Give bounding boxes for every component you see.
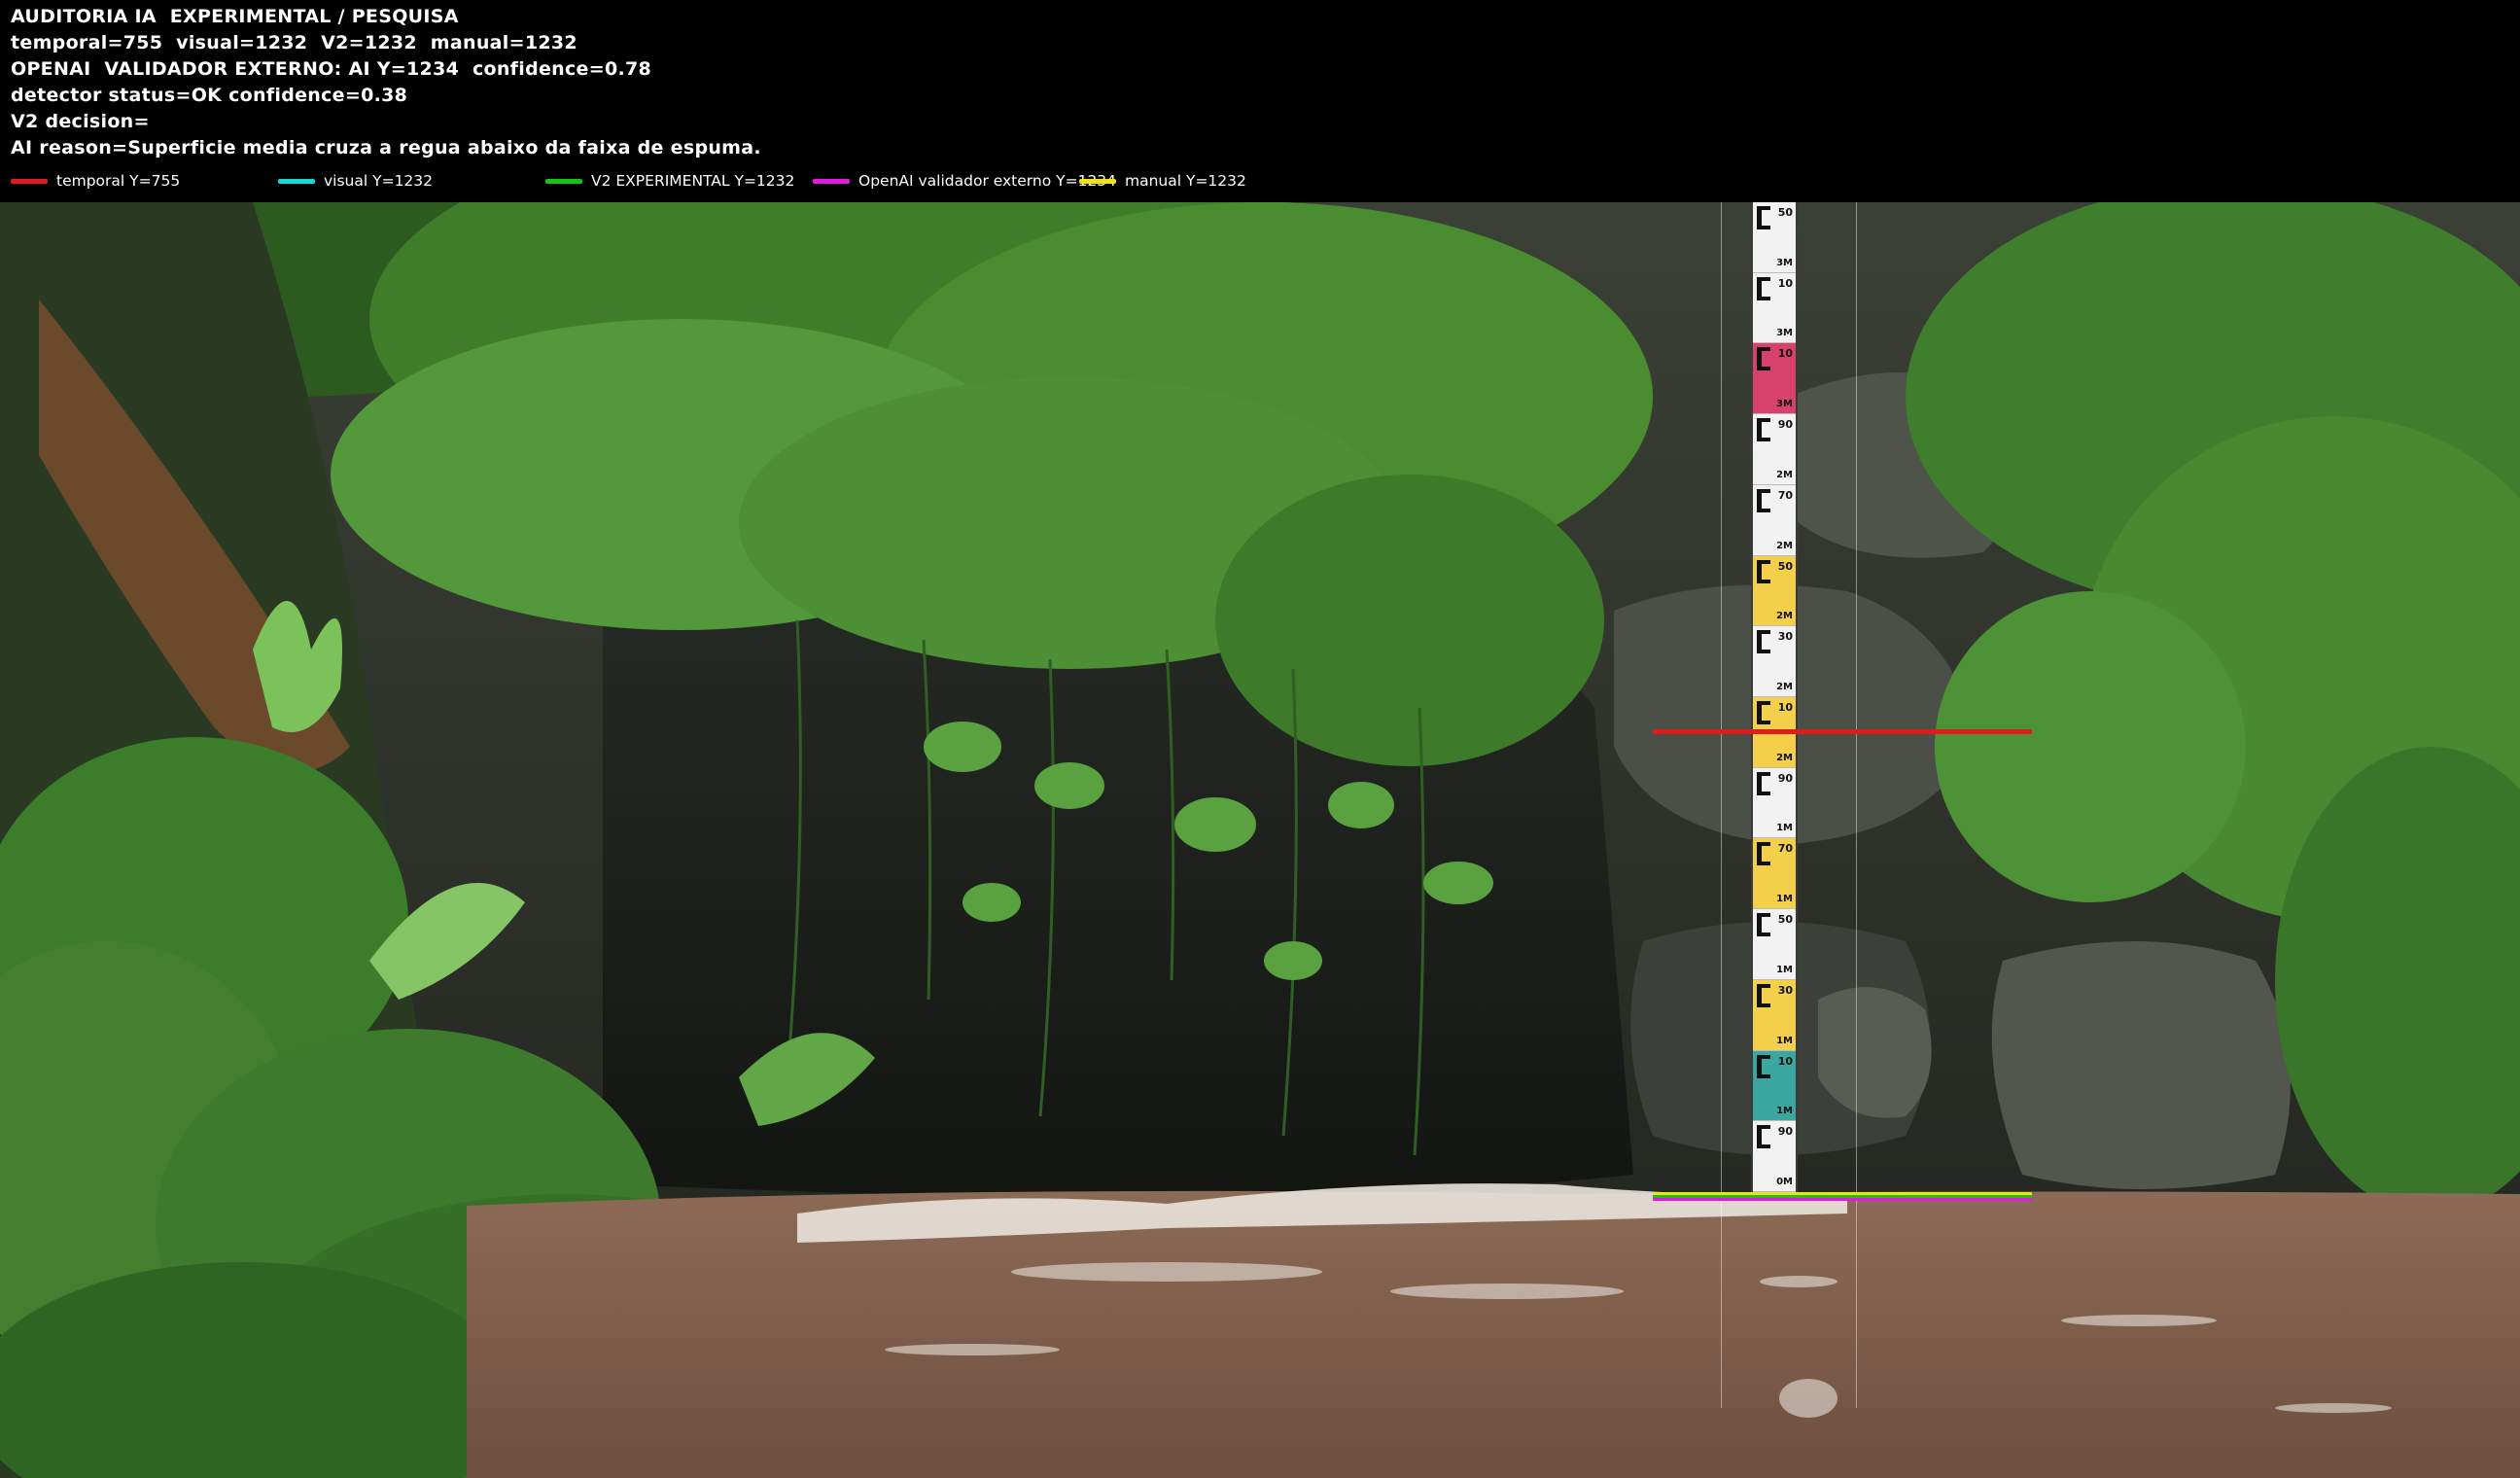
gauge-mark: 50 2M [1753, 555, 1796, 627]
gauge-mark-code: 90 [1777, 1125, 1793, 1139]
gauge-mark-code: 50 [1777, 913, 1793, 927]
gauge-e-mark [1757, 559, 1770, 583]
legend-swatch-visual [278, 178, 315, 184]
gauge-e-mark [1757, 206, 1770, 229]
audit-header: AUDITORIA IA EXPERIMENTAL / PESQUISA tem… [0, 0, 2520, 202]
gauge-mark: 10 3M [1753, 272, 1796, 344]
gauge-e-mark [1757, 842, 1770, 866]
gauge-e-mark [1757, 276, 1770, 300]
gauge-mark-unit: 2M [1776, 540, 1793, 551]
gauge-e-mark [1757, 771, 1770, 795]
header-detector-status: detector status=OK confidence=0.38 [11, 85, 408, 106]
gauge-mark-code: 50 [1777, 206, 1793, 219]
gauge-mark-unit: 2M [1776, 682, 1793, 693]
legend-item-v2: V2 EXPERIMENTAL Y=1232 [545, 169, 794, 193]
gauge-e-mark [1757, 913, 1770, 937]
gauge-mark-unit: 1M [1776, 823, 1793, 834]
gauge-mark-unit: 1M [1776, 964, 1793, 975]
gauge-e-mark [1757, 347, 1770, 371]
legend-label-openai: OpenAI validador externo Y=1234 [858, 172, 1117, 190]
gauge-e-mark [1757, 1054, 1770, 1078]
gauge-mark: 90 2M [1753, 414, 1796, 485]
gauge-mark: 30 2M [1753, 626, 1796, 698]
gauge-mark-code: 10 [1777, 1054, 1793, 1068]
gauge-mark-unit: 3M [1776, 328, 1793, 339]
header-v2-decision: V2 decision= [11, 111, 150, 132]
gauge-mark: 90 0M [1753, 1121, 1796, 1192]
gauge-mark-unit: 2M [1776, 611, 1793, 622]
gauge-mark: 70 2M [1753, 484, 1796, 556]
legend-label-temporal: temporal Y=755 [56, 172, 181, 190]
roi-guide-left [1721, 202, 1722, 1408]
openai-level-line [1653, 1198, 2032, 1201]
gauge-mark-unit: 1M [1776, 1035, 1793, 1046]
gauge-mark-unit: 1M [1776, 1106, 1793, 1117]
gauge-mark: 50 3M [1753, 202, 1796, 273]
legend-swatch-openai [813, 178, 850, 184]
gauge-mark: 10 1M [1753, 1050, 1796, 1122]
gauge-e-mark [1757, 1125, 1770, 1149]
gauge-mark-code: 30 [1777, 630, 1793, 644]
gauge-mark: 90 1M [1753, 767, 1796, 839]
gauge-mark: 50 1M [1753, 909, 1796, 980]
gauge-mark-code: 50 [1777, 559, 1793, 573]
legend-item-temporal: temporal Y=755 [11, 169, 180, 193]
legend-item-openai: OpenAI validador externo Y=1234 [813, 169, 1116, 193]
legend-item-manual: manual Y=1232 [1079, 169, 1246, 193]
river-scene-illustration [0, 202, 2520, 1478]
staff-gauge: 50 3M 10 3M 10 3M 90 2M 70 2M 50 2M 30 2M 10 2M 90 1M 70 1M… [1753, 202, 1796, 1192]
gauge-e-mark [1757, 630, 1770, 654]
legend-swatch-temporal [11, 178, 48, 184]
gauge-mark-unit: 1M [1776, 894, 1793, 905]
gauge-mark-code: 70 [1777, 842, 1793, 856]
gauge-mark: 70 1M [1753, 838, 1796, 910]
gauge-mark-code: 10 [1777, 701, 1793, 715]
gauge-mark-code: 70 [1777, 488, 1793, 502]
legend-swatch-manual [1079, 178, 1116, 184]
temporal-level-line [1653, 729, 2032, 734]
camera-frame: 50 3M 10 3M 10 3M 90 2M 70 2M 50 2M 30 2M 10 2M 90 1M 70 1M… [0, 202, 2520, 1478]
gauge-mark-unit: 3M [1776, 399, 1793, 410]
gauge-e-mark [1757, 418, 1770, 442]
gauge-mark-code: 90 [1777, 771, 1793, 785]
gauge-mark-unit: 2M [1776, 469, 1793, 480]
gauge-mark-unit: 3M [1776, 257, 1793, 268]
legend-label-v2: V2 EXPERIMENTAL Y=1232 [591, 172, 795, 190]
gauge-mark-code: 90 [1777, 418, 1793, 432]
header-openai-validator: OPENAI VALIDADOR EXTERNO: AI Y=1234 conf… [11, 58, 652, 80]
legend: temporal Y=755 visual Y=1232 V2 EXPERIME… [0, 169, 2520, 193]
gauge-mark-code: 30 [1777, 983, 1793, 997]
gauge-mark-code: 10 [1777, 276, 1793, 290]
gauge-mark-code: 10 [1777, 347, 1793, 361]
header-ai-reason: AI reason=Superficie media cruza a regua… [11, 137, 761, 158]
header-detections: temporal=755 visual=1232 V2=1232 manual=… [11, 32, 578, 53]
gauge-e-mark [1757, 701, 1770, 725]
gauge-e-mark [1757, 983, 1770, 1007]
legend-swatch-v2 [545, 178, 582, 184]
gauge-mark-unit: 2M [1776, 752, 1793, 763]
legend-item-visual: visual Y=1232 [278, 169, 433, 193]
gauge-mark-unit: 0M [1776, 1177, 1793, 1188]
gauge-mark: 10 3M [1753, 343, 1796, 415]
legend-label-manual: manual Y=1232 [1125, 172, 1246, 190]
gauge-mark: 30 1M [1753, 979, 1796, 1051]
roi-guide-right [1856, 202, 1857, 1408]
header-title: AUDITORIA IA EXPERIMENTAL / PESQUISA [11, 6, 459, 27]
gauge-e-mark [1757, 488, 1770, 512]
legend-label-visual: visual Y=1232 [324, 172, 434, 190]
manual-level-line [1653, 1192, 2032, 1195]
